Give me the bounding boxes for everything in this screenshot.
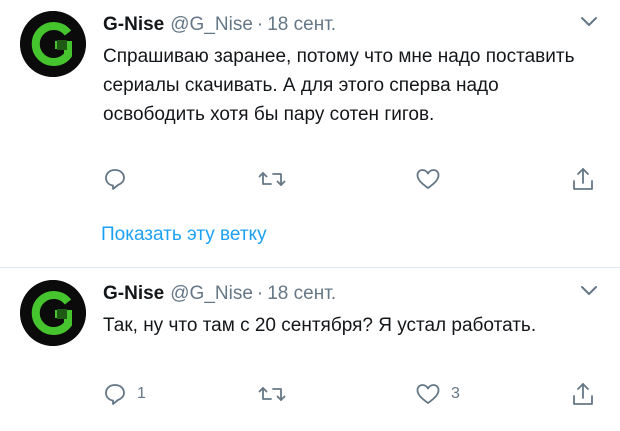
reply-icon	[105, 384, 125, 405]
chevron-down-icon[interactable]	[580, 285, 598, 297]
tweet-actions	[103, 165, 603, 193]
display-name[interactable]: G-Nise	[103, 14, 164, 35]
separator-dot: ·	[256, 14, 264, 35]
retweet-button[interactable]	[258, 165, 286, 193]
tweet-header: G-Nise @G_Nise · 18 сент.	[103, 12, 336, 38]
tweet-divider	[0, 267, 620, 268]
tweet-text: Спрашиваю заранее, потому что мне надо п…	[103, 46, 575, 125]
tweet[interactable]: G-Nise @G_Nise · 18 сент. Спрашиваю заранее…	[0, 0, 620, 268]
share-button[interactable]	[571, 380, 595, 408]
retweet-icon	[258, 387, 286, 401]
tweet-actions: 1 3	[103, 380, 603, 408]
share-icon	[573, 383, 593, 405]
like-icon	[416, 384, 440, 404]
g-logo-icon	[20, 280, 86, 346]
reply-button[interactable]	[103, 165, 137, 193]
like-icon	[416, 169, 440, 189]
avatar[interactable]	[20, 11, 86, 77]
g-logo-icon	[20, 11, 86, 77]
tweet-header: G-Nise @G_Nise · 18 сент.	[103, 281, 336, 307]
user-handle[interactable]: @G_Nise	[170, 14, 253, 35]
reply-count: 1	[137, 385, 146, 402]
share-icon	[573, 168, 593, 190]
tweet[interactable]: G-Nise @G_Nise · 18 сент. Так, ну что там с…	[0, 269, 620, 431]
like-button[interactable]	[415, 165, 451, 193]
display-name[interactable]: G-Nise	[103, 283, 164, 304]
retweet-icon	[258, 172, 286, 186]
avatar[interactable]	[20, 280, 86, 346]
share-button[interactable]	[571, 165, 595, 193]
like-button[interactable]: 3	[415, 380, 460, 408]
tweet-text: Так, ну что там с 20 сентября? Я устал р…	[103, 315, 537, 336]
reply-button[interactable]: 1	[103, 380, 146, 408]
retweet-button[interactable]	[258, 380, 286, 408]
show-thread-link[interactable]: Показать эту ветку	[101, 224, 267, 246]
timestamp[interactable]: 18 сент.	[267, 283, 336, 304]
reply-icon	[105, 169, 125, 190]
chevron-down-icon[interactable]	[580, 16, 598, 28]
like-count: 3	[451, 385, 460, 402]
separator-dot: ·	[256, 283, 264, 304]
timestamp[interactable]: 18 сент.	[267, 14, 336, 35]
user-handle[interactable]: @G_Nise	[170, 283, 253, 304]
